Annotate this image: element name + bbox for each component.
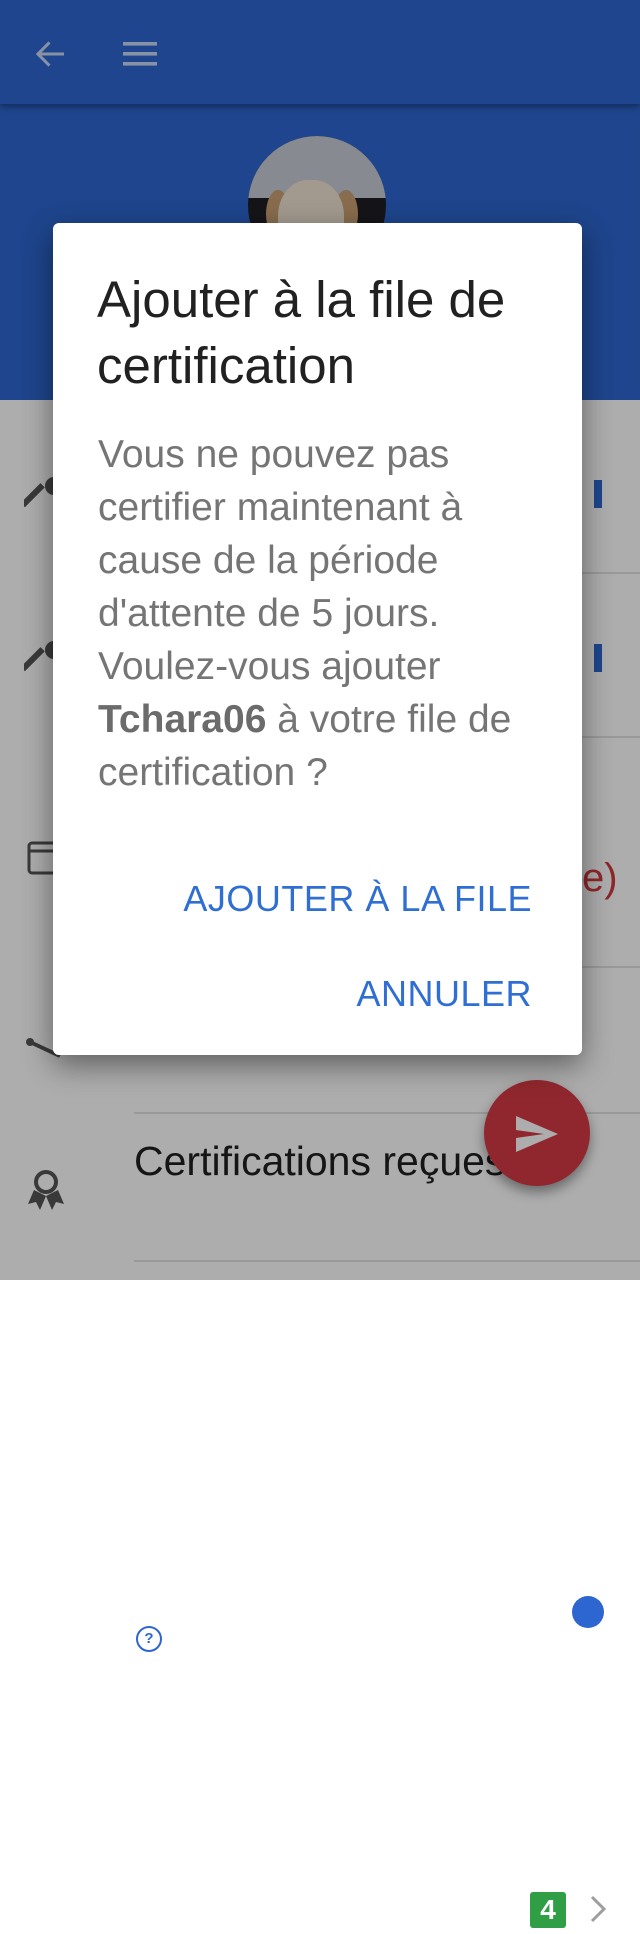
chevron-right-icon <box>588 1889 610 1929</box>
add-to-queue-dialog: Ajouter à la file de certification Vous … <box>53 223 582 1055</box>
count-badge: 4 <box>530 1892 566 1928</box>
dialog-message-text: Vous ne pouvez pas certifier maintenant … <box>98 433 463 688</box>
add-to-queue-button[interactable]: AJOUTER À LA FILE <box>183 878 532 920</box>
dialog-message-user: Tchara06 <box>98 698 267 741</box>
cancel-button[interactable]: ANNULER <box>356 973 532 1015</box>
dialog-title: Ajouter à la file de certification <box>97 271 506 394</box>
dialog-message: Vous ne pouvez pas certifier maintenant … <box>98 428 548 799</box>
help-icon[interactable]: ? <box>136 1626 162 1652</box>
info-dot-icon[interactable] <box>572 1596 604 1628</box>
